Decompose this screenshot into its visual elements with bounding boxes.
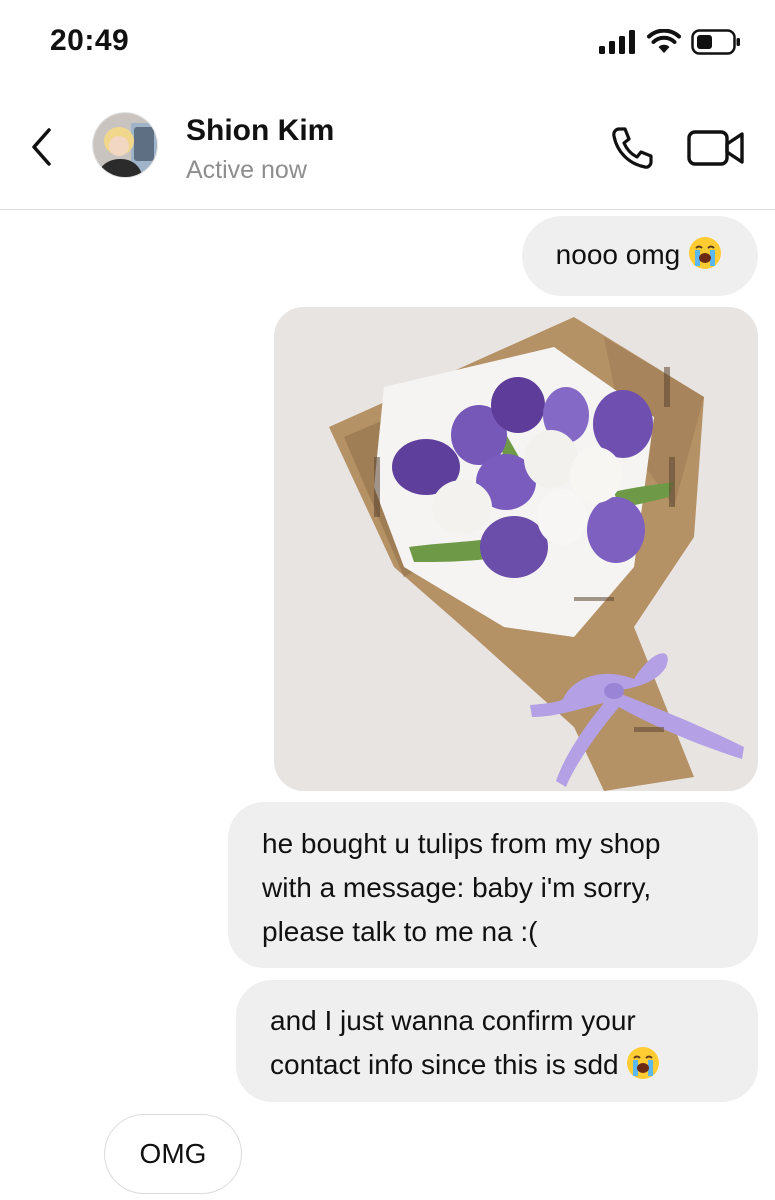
message-line: he bought u tulips from my shop <box>262 828 661 859</box>
avatar-photo-icon <box>93 113 157 177</box>
message-bubble-sent[interactable]: nooo omg <box>521 216 758 296</box>
status-bar: 20:49 <box>0 0 775 86</box>
avatar[interactable] <box>92 112 158 178</box>
message-line: with a message: baby i'm sorry, <box>262 872 652 903</box>
phone-icon <box>612 127 653 169</box>
message-bubble-received[interactable]: OMG <box>104 1114 242 1194</box>
loudly-crying-face-icon <box>689 237 721 269</box>
video-call-button[interactable] <box>686 124 746 172</box>
message-line-with-emoji: contact info since this is sdd <box>270 1043 734 1087</box>
signal-icon <box>599 30 635 54</box>
chat-header: Shion Kim Active now <box>0 86 775 210</box>
message-bubble-sent[interactable]: and I just wanna confirm your contact in… <box>236 980 758 1102</box>
status-time: 20:49 <box>50 24 130 57</box>
back-button[interactable] <box>22 122 62 172</box>
message-text: nooo omg <box>555 239 681 270</box>
message-line: contact info since this is sdd <box>270 1049 619 1080</box>
message-line: please talk to me na :( <box>262 916 538 947</box>
wifi-icon <box>647 29 681 53</box>
tulip-bouquet-photo-icon <box>274 307 758 791</box>
contact-name[interactable]: Shion Kim <box>186 114 334 148</box>
message-bubble-sent[interactable]: he bought u tulips from my shop with a m… <box>228 802 758 968</box>
contact-status: Active now <box>186 156 307 184</box>
call-button[interactable] <box>606 122 658 174</box>
loudly-crying-face-icon <box>627 1047 660 1079</box>
back-chevron-icon <box>32 128 51 166</box>
video-camera-icon <box>687 130 744 166</box>
message-image[interactable] <box>274 307 758 791</box>
message-line: and I just wanna confirm your <box>270 1005 636 1036</box>
battery-icon <box>691 29 740 55</box>
message-text: OMG <box>139 1138 207 1169</box>
status-icons <box>599 26 741 58</box>
